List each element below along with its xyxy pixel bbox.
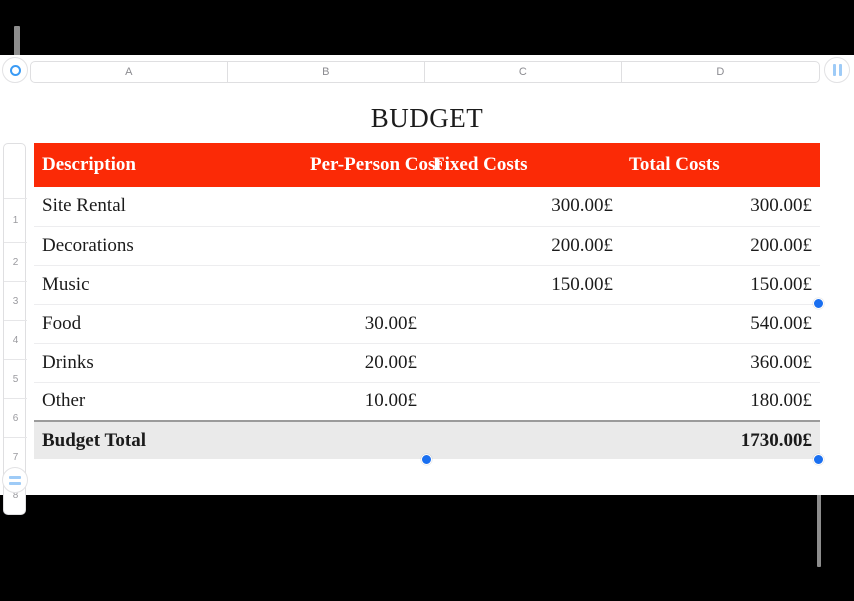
row-header-gutter: 1 2 3 4 5 6 7 8: [3, 143, 27, 515]
cell-description[interactable]: Other: [34, 382, 302, 421]
table-header-row: Description Per-Person Cost Fixed Costs …: [34, 143, 820, 187]
cell-total[interactable]: 300.00£: [621, 187, 820, 227]
row-header-6[interactable]: 6: [4, 398, 27, 437]
budget-table: Description Per-Person Cost Fixed Costs …: [34, 143, 820, 459]
cell-total[interactable]: 200.00£: [621, 226, 820, 266]
row-header-4[interactable]: 4: [4, 320, 27, 359]
cell-budget-total-label[interactable]: Budget Total: [34, 420, 302, 459]
column-header-b[interactable]: B: [228, 62, 425, 82]
column-title-description[interactable]: Description: [34, 143, 302, 187]
column-title-fixed-costs[interactable]: Fixed Costs: [425, 143, 621, 187]
cell-description[interactable]: Drinks: [34, 343, 302, 383]
column-header-c[interactable]: C: [425, 62, 622, 82]
column-header-a[interactable]: A: [31, 62, 228, 82]
row-header-spacer: [4, 144, 27, 198]
cell-total[interactable]: 180.00£: [621, 382, 820, 421]
table-row: Site Rental 300.00£ 300.00£: [34, 187, 820, 227]
column-header-d[interactable]: D: [622, 62, 819, 82]
ring-icon: [9, 64, 21, 76]
selection-handle-right[interactable]: [813, 298, 824, 309]
cell-fixed[interactable]: 200.00£: [425, 226, 621, 266]
column-grip-button[interactable]: [824, 57, 850, 83]
cell-per-person[interactable]: 10.00£: [302, 382, 425, 421]
column-tab-track: A B C D: [30, 61, 820, 83]
cell-budget-total-value[interactable]: 1730.00£: [621, 420, 820, 459]
column-title-per-person-cost[interactable]: Per-Person Cost: [302, 143, 442, 187]
table-row: Other 10.00£ 180.00£: [34, 382, 820, 421]
row-header-3[interactable]: 3: [4, 281, 27, 320]
table-row: Music 150.00£ 150.00£: [34, 265, 820, 305]
row-header-2[interactable]: 2: [4, 242, 27, 281]
cell-per-person[interactable]: [302, 265, 425, 305]
vertical-bars-icon: [832, 64, 842, 76]
column-header-bar: A B C D: [0, 57, 854, 88]
spreadsheet-canvas: A B C D 1 2 3 4 5 6 7 8 BUDGET Descripti…: [0, 55, 854, 515]
cell-total[interactable]: 360.00£: [621, 343, 820, 383]
cell-fixed[interactable]: [425, 343, 621, 383]
column-title-total-costs[interactable]: Total Costs: [621, 143, 820, 187]
table-row: Decorations 200.00£ 200.00£: [34, 226, 820, 266]
row-header-5[interactable]: 5: [4, 359, 27, 398]
cell-description[interactable]: Food: [34, 304, 302, 344]
cell-fixed[interactable]: 150.00£: [425, 265, 621, 305]
cell-total[interactable]: 150.00£: [621, 265, 820, 305]
row-header-1[interactable]: 1: [4, 198, 27, 242]
cell-footer-blank-b[interactable]: [302, 420, 425, 459]
cell-total[interactable]: 540.00£: [621, 304, 820, 344]
selection-handle-bottom[interactable]: [421, 454, 432, 465]
cell-per-person[interactable]: 30.00£: [302, 304, 425, 344]
cell-description[interactable]: Music: [34, 265, 302, 305]
page-title[interactable]: BUDGET: [34, 103, 820, 134]
table-body: Site Rental 300.00£ 300.00£ Decorations …: [34, 187, 820, 421]
selection-handle-bottom-right[interactable]: [813, 454, 824, 465]
horizontal-bars-icon: [9, 475, 21, 485]
cell-description[interactable]: Site Rental: [34, 187, 302, 227]
table-row: Food 30.00£ 540.00£: [34, 304, 820, 344]
cell-fixed[interactable]: [425, 304, 621, 344]
cell-per-person[interactable]: [302, 187, 425, 227]
cell-per-person[interactable]: [302, 226, 425, 266]
select-all-button[interactable]: [2, 57, 28, 83]
row-grip-button[interactable]: [2, 467, 28, 493]
table-row: Drinks 20.00£ 360.00£: [34, 343, 820, 383]
cell-fixed[interactable]: [425, 382, 621, 421]
cell-per-person[interactable]: 20.00£: [302, 343, 425, 383]
cell-footer-blank-c[interactable]: [425, 420, 621, 459]
cell-description[interactable]: Decorations: [34, 226, 302, 266]
cell-fixed[interactable]: 300.00£: [425, 187, 621, 227]
